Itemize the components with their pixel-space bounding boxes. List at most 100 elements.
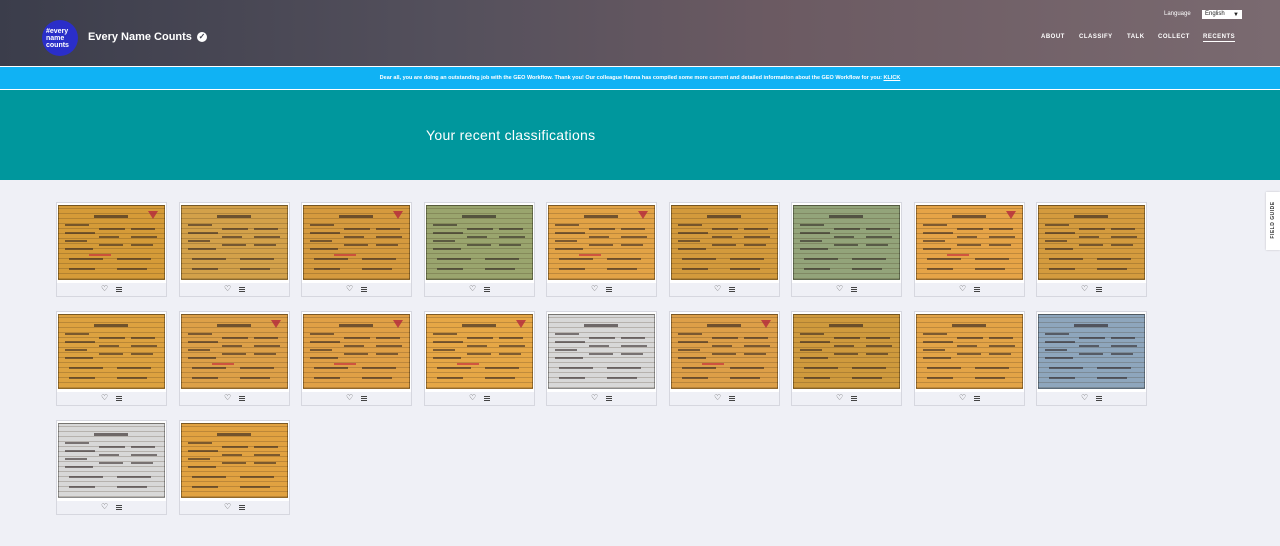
heart-icon[interactable]: ♡: [224, 284, 231, 293]
collect-icon[interactable]: [729, 287, 735, 292]
subject-thumbnail[interactable]: [915, 203, 1024, 282]
document-text-line: [712, 236, 732, 238]
collect-icon[interactable]: [974, 396, 980, 401]
classification-card[interactable]: ♡: [56, 311, 167, 406]
project-title[interactable]: Every Name Counts: [88, 31, 192, 43]
nav-recents[interactable]: RECENTS: [1203, 34, 1236, 42]
classification-card[interactable]: ♡: [179, 420, 290, 515]
subject-thumbnail[interactable]: [792, 203, 901, 282]
document-image: [671, 205, 778, 280]
classification-card[interactable]: ♡: [669, 311, 780, 406]
nav-about[interactable]: ABOUT: [1041, 34, 1065, 40]
subject-thumbnail[interactable]: [792, 312, 901, 391]
classification-card[interactable]: ♡: [791, 202, 902, 297]
subject-thumbnail[interactable]: [425, 203, 534, 282]
collect-icon[interactable]: [484, 287, 490, 292]
classification-card[interactable]: ♡: [179, 202, 290, 297]
classification-card[interactable]: ♡: [1036, 202, 1147, 297]
subject-thumbnail[interactable]: [180, 312, 289, 391]
subject-thumbnail[interactable]: [670, 312, 779, 391]
collect-icon[interactable]: [239, 505, 245, 510]
nav-talk[interactable]: TALK: [1127, 34, 1145, 40]
classification-card[interactable]: ♡: [301, 202, 412, 297]
subject-thumbnail[interactable]: [547, 203, 656, 282]
classification-card[interactable]: ♡: [914, 202, 1025, 297]
subject-thumbnail[interactable]: [57, 203, 166, 282]
collect-icon[interactable]: [606, 287, 612, 292]
collect-icon[interactable]: [851, 396, 857, 401]
heart-icon[interactable]: ♡: [591, 393, 598, 402]
heart-icon[interactable]: ♡: [591, 284, 598, 293]
collect-icon[interactable]: [116, 396, 122, 401]
collect-icon[interactable]: [729, 396, 735, 401]
collect-icon[interactable]: [361, 287, 367, 292]
classification-card[interactable]: ♡: [56, 202, 167, 297]
classification-card[interactable]: ♡: [546, 311, 657, 406]
heart-icon[interactable]: ♡: [1081, 284, 1088, 293]
subject-thumbnail[interactable]: [180, 203, 289, 282]
language-label: Language: [1164, 11, 1191, 17]
document-text-line: [975, 268, 1005, 270]
subject-thumbnail[interactable]: [302, 203, 411, 282]
heart-icon[interactable]: ♡: [714, 393, 721, 402]
document-text-line: [99, 244, 123, 246]
subject-thumbnail[interactable]: [1037, 203, 1146, 282]
heart-icon[interactable]: ♡: [346, 284, 353, 293]
collect-icon[interactable]: [1096, 287, 1102, 292]
project-avatar[interactable]: #every name counts: [42, 20, 78, 56]
heart-icon[interactable]: ♡: [1081, 393, 1088, 402]
heart-icon[interactable]: ♡: [224, 502, 231, 511]
document-text-line: [99, 353, 123, 355]
collect-icon[interactable]: [116, 505, 122, 510]
collect-icon[interactable]: [239, 396, 245, 401]
classification-card[interactable]: ♡: [301, 311, 412, 406]
collect-icon[interactable]: [1096, 396, 1102, 401]
heart-icon[interactable]: ♡: [714, 284, 721, 293]
language-select[interactable]: English ▼: [1202, 10, 1242, 19]
nav-collect[interactable]: COLLECT: [1158, 34, 1190, 40]
classification-card[interactable]: ♡: [56, 420, 167, 515]
collect-icon[interactable]: [974, 287, 980, 292]
heart-icon[interactable]: ♡: [224, 393, 231, 402]
collect-icon[interactable]: [606, 396, 612, 401]
heart-icon[interactable]: ♡: [469, 393, 476, 402]
nav-classify[interactable]: CLASSIFY: [1079, 34, 1113, 40]
heart-icon[interactable]: ♡: [959, 284, 966, 293]
collect-icon[interactable]: [484, 396, 490, 401]
field-guide-tab[interactable]: FIELD GUIDE: [1266, 192, 1280, 250]
classification-card[interactable]: ♡: [914, 311, 1025, 406]
subject-thumbnail[interactable]: [57, 421, 166, 500]
heart-icon[interactable]: ♡: [836, 284, 843, 293]
classification-card[interactable]: ♡: [424, 311, 535, 406]
announcement-link[interactable]: KLICK: [884, 75, 901, 81]
classification-card[interactable]: ♡: [424, 202, 535, 297]
classification-card[interactable]: ♡: [179, 311, 290, 406]
heart-icon[interactable]: ♡: [101, 502, 108, 511]
collect-icon[interactable]: [239, 287, 245, 292]
document-text-line: [433, 240, 455, 242]
heart-icon[interactable]: ♡: [469, 284, 476, 293]
classification-card[interactable]: ♡: [791, 311, 902, 406]
document-text-line: [254, 244, 276, 246]
collect-icon[interactable]: [851, 287, 857, 292]
document-text-line: [99, 236, 119, 238]
classification-card[interactable]: ♡: [546, 202, 657, 297]
classification-card[interactable]: ♡: [669, 202, 780, 297]
subject-thumbnail[interactable]: [547, 312, 656, 391]
heart-icon[interactable]: ♡: [836, 393, 843, 402]
document-text-line: [240, 268, 270, 270]
subject-thumbnail[interactable]: [425, 312, 534, 391]
subject-thumbnail[interactable]: [915, 312, 1024, 391]
subject-thumbnail[interactable]: [1037, 312, 1146, 391]
subject-thumbnail[interactable]: [57, 312, 166, 391]
collect-icon[interactable]: [116, 287, 122, 292]
heart-icon[interactable]: ♡: [346, 393, 353, 402]
subject-thumbnail[interactable]: [180, 421, 289, 500]
heart-icon[interactable]: ♡: [959, 393, 966, 402]
heart-icon[interactable]: ♡: [101, 284, 108, 293]
subject-thumbnail[interactable]: [670, 203, 779, 282]
heart-icon[interactable]: ♡: [101, 393, 108, 402]
collect-icon[interactable]: [361, 396, 367, 401]
classification-card[interactable]: ♡: [1036, 311, 1147, 406]
subject-thumbnail[interactable]: [302, 312, 411, 391]
